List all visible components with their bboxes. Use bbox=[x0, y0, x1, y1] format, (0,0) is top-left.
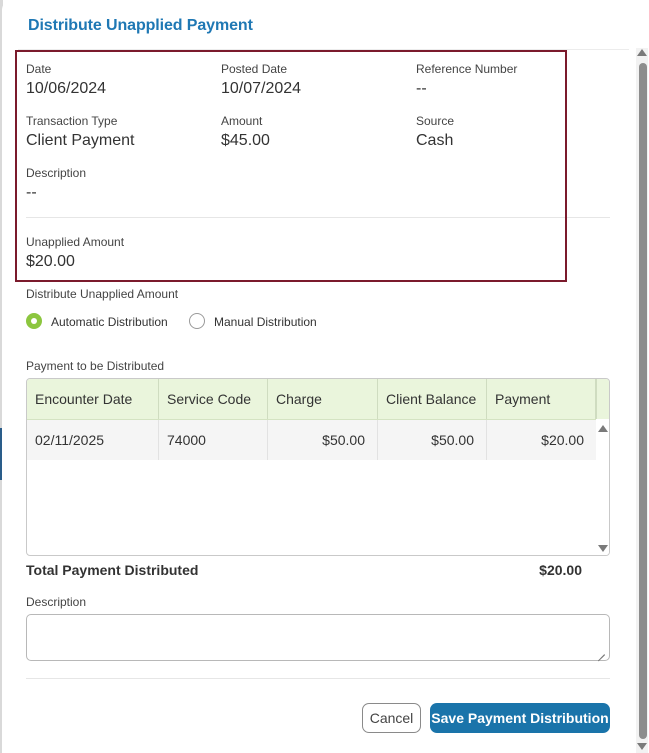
description-textarea[interactable] bbox=[26, 614, 610, 661]
payment-grid-label: Payment to be Distributed bbox=[26, 359, 165, 373]
automatic-distribution-radio[interactable] bbox=[26, 313, 42, 329]
manual-distribution-label[interactable]: Manual Distribution bbox=[214, 315, 317, 329]
description-input-label: Description bbox=[26, 595, 87, 609]
grid-header-scroll-gutter bbox=[596, 379, 609, 419]
manual-distribution-radio[interactable] bbox=[189, 313, 205, 329]
cancel-button[interactable]: Cancel bbox=[362, 703, 421, 733]
total-distributed-label: Total Payment Distributed bbox=[26, 562, 199, 578]
cell-charge: $50.00 bbox=[268, 420, 378, 460]
grid-scrollbar[interactable] bbox=[596, 420, 609, 555]
column-service-code[interactable]: Service Code bbox=[159, 379, 268, 419]
column-charge[interactable]: Charge bbox=[268, 379, 378, 419]
column-encounter-date[interactable]: Encounter Date bbox=[27, 379, 159, 419]
cell-encounter-date: 02/11/2025 bbox=[27, 420, 159, 460]
cell-service-code: 74000 bbox=[159, 420, 268, 460]
modal-scrollbar-thumb[interactable] bbox=[639, 63, 647, 739]
table-row[interactable]: 02/11/2025 74000 $50.00 $50.00 $20.00 bbox=[27, 420, 596, 460]
distribute-amount-label: Distribute Unapplied Amount bbox=[26, 287, 179, 301]
total-distributed-value: $20.00 bbox=[539, 562, 582, 578]
modal-scroll-up-icon[interactable] bbox=[637, 49, 647, 56]
modal-title: Distribute Unapplied Payment bbox=[28, 17, 253, 34]
column-client-balance[interactable]: Client Balance bbox=[378, 379, 487, 419]
grid-scroll-down-icon[interactable] bbox=[598, 545, 608, 552]
save-payment-distribution-button[interactable]: Save Payment Distribution bbox=[430, 703, 610, 733]
grid-header: Encounter Date Service Code Charge Clien… bbox=[27, 379, 596, 420]
footer-divider bbox=[26, 678, 610, 679]
cell-payment: $20.00 bbox=[541, 432, 584, 448]
column-payment[interactable]: Payment bbox=[487, 379, 596, 419]
automatic-distribution-label[interactable]: Automatic Distribution bbox=[51, 315, 168, 329]
payment-grid: Encounter Date Service Code Charge Clien… bbox=[26, 378, 610, 556]
cell-client-balance: $50.00 bbox=[378, 420, 487, 460]
details-highlight-box bbox=[15, 50, 567, 282]
modal-scroll-down-icon[interactable] bbox=[637, 743, 647, 750]
resize-handle-icon[interactable] bbox=[598, 648, 605, 655]
grid-scroll-up-icon[interactable] bbox=[598, 425, 608, 432]
